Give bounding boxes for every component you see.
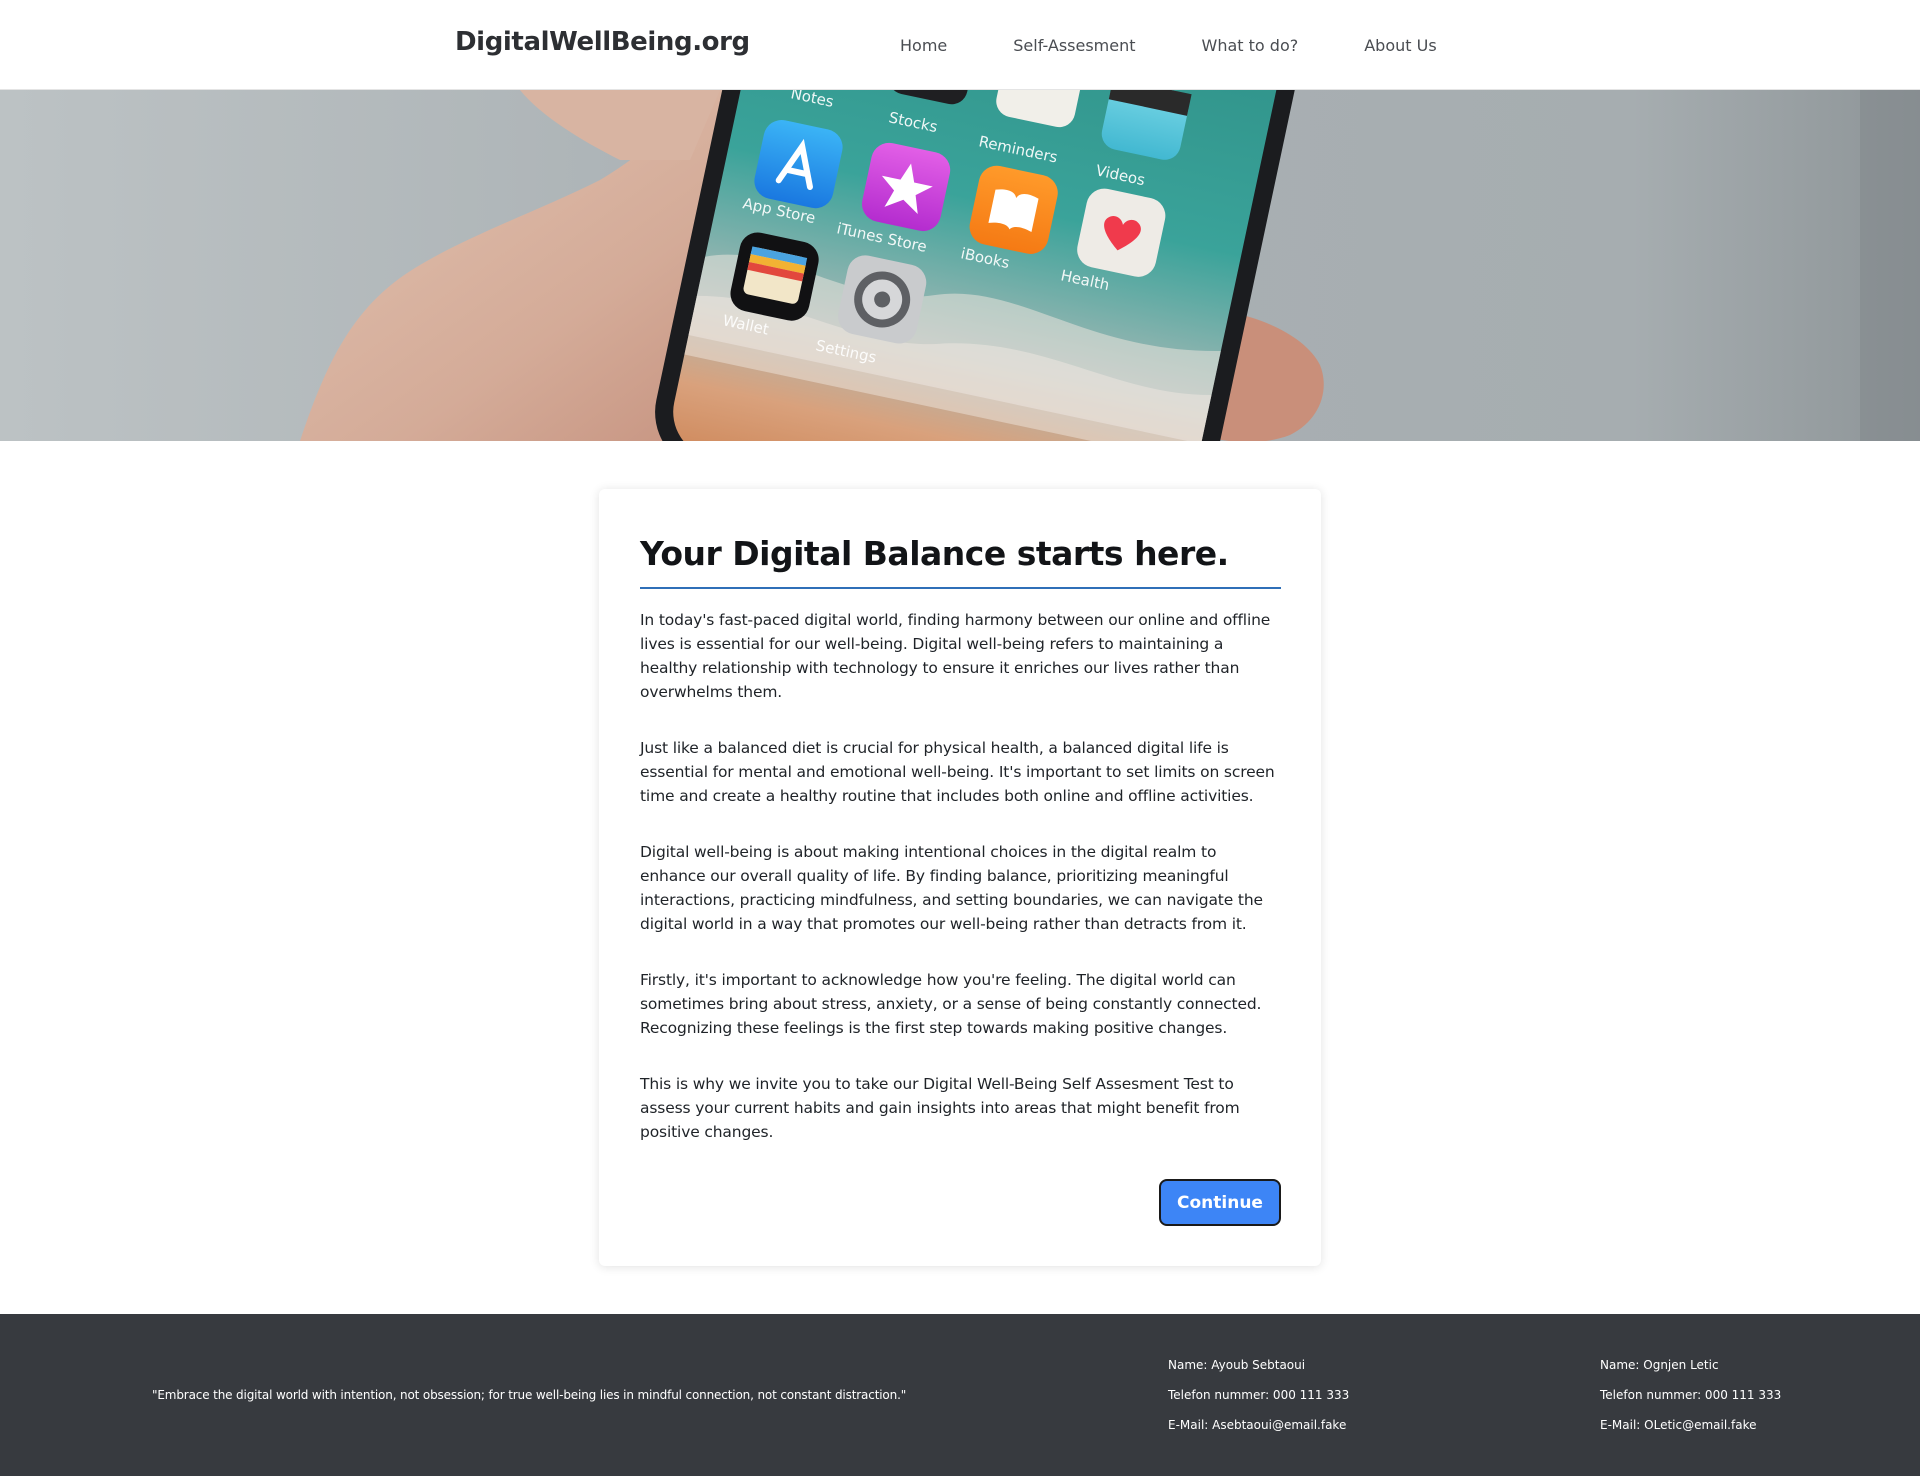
contact-email: E-Mail: Asebtaoui@email.fake (1168, 1418, 1347, 1432)
intro-paragraph-3: Digital well-being is about making inten… (640, 843, 1263, 933)
contact-phone: Telefon nummer: 000 111 333 (1168, 1388, 1350, 1402)
brand-logo-link[interactable]: DigitalWellBeing.org (455, 27, 750, 57)
intro-paragraph-4: Firstly, it's important to acknowledge h… (640, 971, 1262, 1037)
contact-phone: Telefon nummer: 000 111 333 (1600, 1388, 1782, 1402)
page-title: Your Digital Balance starts here. (640, 531, 1281, 589)
nav-link-about-us[interactable]: About Us (1364, 36, 1436, 55)
contact-ayoub: Name: Ayoub Sebtaoui Telefon nummer: 000… (1168, 1356, 1349, 1446)
top-navbar: DigitalWellBeing.org Home Self-Assesment… (0, 0, 1920, 90)
footer-quote: "Embrace the digital world with intentio… (152, 1388, 907, 1402)
intro-paragraph-5: This is why we invite you to take our Di… (640, 1075, 1240, 1141)
nav-link-self-assesment[interactable]: Self-Assesment (1013, 36, 1135, 55)
main-nav: Home Self-Assesment What to do? About Us (900, 0, 1437, 90)
nav-link-home[interactable]: Home (900, 36, 947, 55)
intro-card: Your Digital Balance starts here. In tod… (599, 489, 1321, 1266)
continue-button[interactable]: Continue (1159, 1179, 1281, 1226)
contact-email: E-Mail: OLetic@email.fake (1600, 1418, 1757, 1432)
contact-ognjen: Name: Ognjen Letic Telefon nummer: 000 1… (1600, 1356, 1781, 1446)
intro-text: In today's fast-paced digital world, fin… (640, 608, 1281, 1144)
contact-name: Name: Ayoub Sebtaoui (1168, 1358, 1306, 1372)
intro-paragraph-2: Just like a balanced diet is crucial for… (640, 739, 1275, 805)
hero-banner: Notes Stocks Reminders Videos App Store … (0, 90, 1920, 441)
nav-link-what-to-do[interactable]: What to do? (1202, 36, 1299, 55)
hand-holding-phone-photo: Notes Stocks Reminders Videos App Store … (0, 90, 1920, 441)
intro-paragraph-1: In today's fast-paced digital world, fin… (640, 611, 1271, 701)
contact-name: Name: Ognjen Letic (1600, 1358, 1719, 1372)
footer: "Embrace the digital world with intentio… (0, 1314, 1920, 1476)
